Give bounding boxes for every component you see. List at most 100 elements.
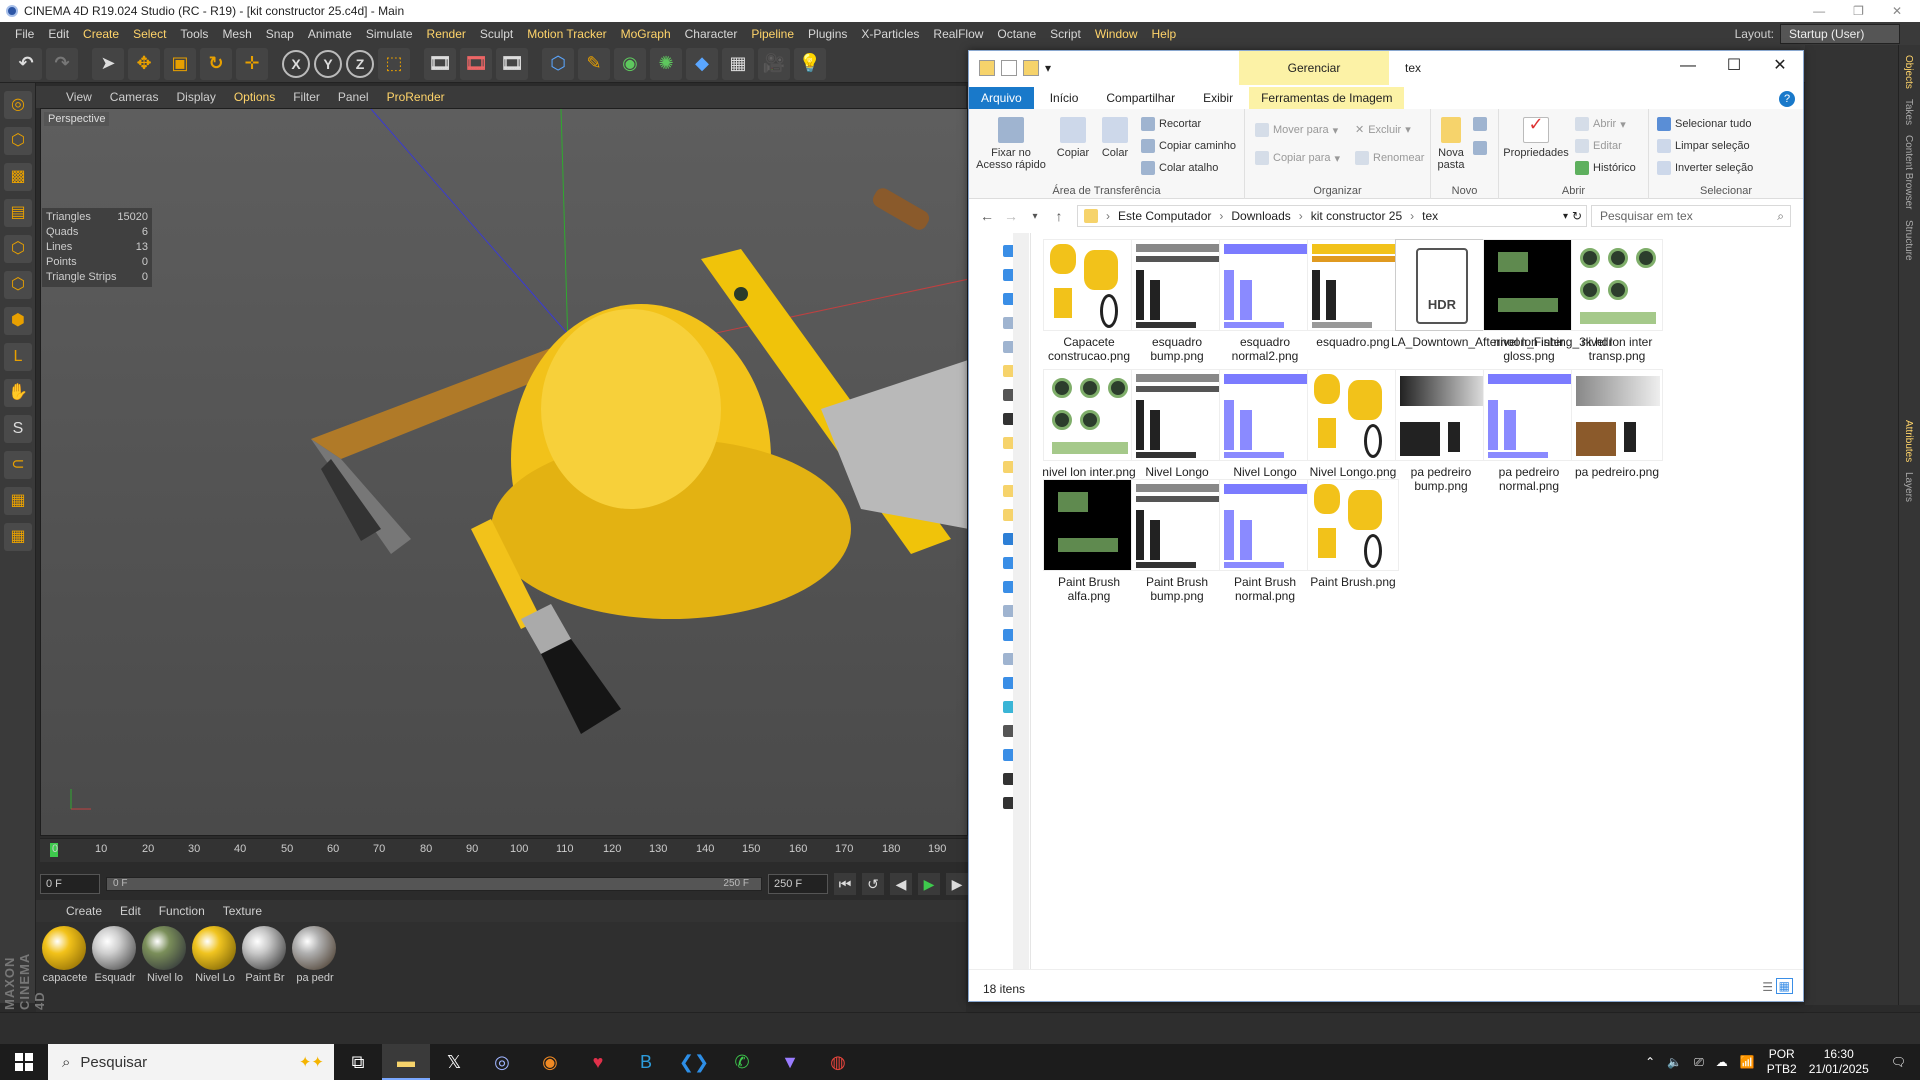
menu-simulate[interactable]: Simulate [359,27,420,41]
timeline-ruler[interactable]: 0 10 20 30 40 50 60 70 80 90 100 110 120… [40,838,968,862]
app-triangle-icon[interactable]: ▼ [766,1044,814,1080]
menu-select[interactable]: Select [126,27,173,41]
menu-tools[interactable]: Tools [173,27,215,41]
app-red-icon[interactable]: ♥ [574,1044,622,1080]
viewport-menu-options[interactable]: Options [234,90,275,104]
mograph-cloner-icon[interactable]: ✺ [650,47,682,80]
new-folder-icon[interactable] [1023,60,1039,76]
layout-dropdown[interactable]: Startup (User) [1780,24,1900,44]
current-frame-field[interactable]: 0 F [40,874,100,894]
easy-access-icon[interactable] [1473,141,1487,155]
file-explorer-taskbar-icon[interactable]: ▬ [382,1044,430,1080]
y-axis-icon[interactable]: Y [314,49,342,78]
select-all-button[interactable]: Selecionar tudo [1657,117,1751,131]
breadcrumb-item[interactable]: Este Computador [1118,209,1211,223]
menu-edit[interactable]: Edit [41,27,76,41]
file-item[interactable]: esquadro.png [1303,239,1403,349]
close-icon[interactable]: ✕ [1757,51,1803,81]
make-editable-icon[interactable]: ◎ [4,91,32,119]
material-menu-create[interactable]: Create [66,904,102,918]
recent-locations-icon[interactable]: ▾ [1023,211,1047,222]
minimize-icon[interactable]: — [1665,51,1711,81]
tab-arquivo[interactable]: Arquivo [969,87,1034,109]
edges-mode-icon[interactable]: ⬡ [4,271,32,299]
breadcrumb[interactable]: › Este Computador › Downloads › kit cons… [1077,205,1587,227]
tab-inicio[interactable]: Início [1038,87,1091,109]
whatsapp-icon[interactable]: ✆ [718,1044,766,1080]
tab-exibir[interactable]: Exibir [1191,87,1245,109]
tab-content-browser[interactable]: Content Browser [1903,135,1914,209]
tab-structure[interactable]: Structure [1903,220,1914,261]
nav-scrollbar[interactable] [1013,233,1029,969]
material-item[interactable]: capacete [42,926,88,1008]
file-item[interactable]: Nivel Longo bump.png [1127,369,1227,493]
file-item[interactable]: nivel lon inter gloss.png [1479,239,1579,363]
polygons-mode-icon[interactable]: ⬢ [4,307,32,335]
render-picture-viewer-icon[interactable]: 🎞 [460,47,492,80]
breadcrumb-item[interactable]: tex [1422,209,1438,223]
workplane-icon[interactable]: ▤ [4,199,32,227]
copy-path-button[interactable]: Copiar caminho [1141,139,1236,153]
history-button[interactable]: Histórico [1575,161,1636,175]
tab-layers[interactable]: Layers [1903,472,1914,502]
viewport-menu-panel[interactable]: Panel [338,90,369,104]
new-folder-button[interactable]: Nova pasta [1433,117,1469,171]
file-item[interactable]: Capacete construcao.png [1039,239,1139,363]
points-mode-icon[interactable]: ⬡ [4,235,32,263]
breadcrumb-item[interactable]: kit constructor 25 [1311,209,1402,223]
file-item[interactable]: Nivel Longo.png [1303,369,1403,479]
file-item[interactable]: Paint Brush alfa.png [1039,479,1139,603]
tab-attributes[interactable]: Attributes [1903,420,1914,462]
open-button[interactable]: Abrir ▾ [1575,117,1626,131]
menu-realflow[interactable]: RealFlow [926,27,990,41]
menu-render[interactable]: Render [420,27,473,41]
clock[interactable]: 16:30 21/01/2025 [1809,1047,1869,1077]
maximize-icon[interactable]: ☐ [1711,51,1757,81]
paste-button[interactable]: Colar [1095,117,1135,159]
menu-sculpt[interactable]: Sculpt [473,27,520,41]
language-indicator[interactable]: POR PTB2 [1767,1047,1797,1077]
task-view-icon[interactable]: ⧉ [334,1044,382,1080]
cut-button[interactable]: Recortar [1141,117,1201,131]
spline-pen-icon[interactable]: ✎ [578,47,610,80]
edit-button[interactable]: Editar [1575,139,1622,153]
tab-ferramentas-de-imagem[interactable]: Ferramentas de Imagem [1249,87,1405,109]
file-item[interactable]: pa pedreiro bump.png [1391,369,1491,493]
file-item[interactable]: Paint Brush bump.png [1127,479,1227,603]
move-to-button[interactable]: Mover para ▾ [1255,123,1338,137]
app-b-icon[interactable]: B [622,1044,670,1080]
snap-icon[interactable]: S [4,415,32,443]
menu-snap[interactable]: Snap [259,27,301,41]
properties-icon[interactable] [1001,60,1017,76]
windows-start-icon[interactable] [0,1044,48,1080]
rename-button[interactable]: Renomear [1355,151,1424,165]
end-frame-field[interactable]: 250 F [768,874,828,894]
light-icon[interactable]: 💡 [794,47,826,80]
magnet-icon[interactable]: ⊂ [4,451,32,479]
render-settings-icon[interactable]: 🎞 [496,47,528,80]
menu-octane[interactable]: Octane [990,27,1043,41]
wifi-icon[interactable]: 📶 [1740,1055,1755,1069]
delete-button[interactable]: ✕ Excluir ▾ [1355,123,1411,137]
material-item[interactable]: Esquadr [92,926,138,1008]
tab-takes[interactable]: Takes [1903,99,1914,125]
rotate-tool-icon[interactable]: ↻ [200,47,232,80]
floor-icon[interactable]: ▦ [722,47,754,80]
x-axis-icon[interactable]: X [282,49,310,78]
menu-character[interactable]: Character [678,27,745,41]
clear-selection-button[interactable]: Limpar seleção [1657,139,1750,153]
select-tool-icon[interactable]: ➤ [92,47,124,80]
coordinate-system-icon[interactable]: ⬚ [378,47,410,80]
previous-frame-icon[interactable]: ◀ [890,873,912,895]
menu-create[interactable]: Create [76,27,126,41]
blender-icon[interactable]: ◉ [526,1044,574,1080]
material-menu-function[interactable]: Function [159,904,205,918]
tweak-mode-icon[interactable]: ✋ [4,379,32,407]
scale-tool-icon[interactable]: ▣ [164,47,196,80]
grid-lock-icon[interactable]: ▦ [4,487,32,515]
material-item[interactable]: Paint Br [242,926,288,1008]
search-input[interactable]: Pesquisar em tex ⌕ [1591,205,1791,227]
viewport-menu-filter[interactable]: Filter [293,90,320,104]
menu-mesh[interactable]: Mesh [215,27,258,41]
chevron-down-icon[interactable]: ▾ [1563,211,1568,222]
